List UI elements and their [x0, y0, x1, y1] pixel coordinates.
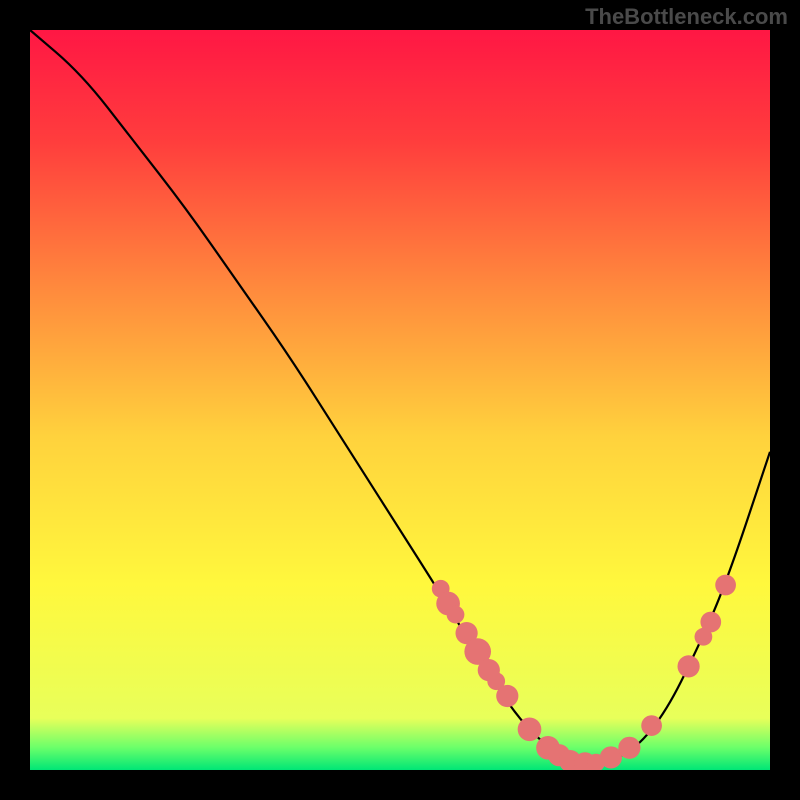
chart-container — [30, 30, 770, 770]
data-marker — [641, 715, 662, 736]
chart-background — [30, 30, 770, 770]
data-marker — [447, 606, 465, 624]
data-marker — [700, 612, 721, 633]
data-marker — [618, 737, 640, 759]
data-marker — [496, 685, 518, 707]
watermark-text: TheBottleneck.com — [585, 4, 788, 30]
bottleneck-chart — [30, 30, 770, 770]
data-marker — [518, 717, 542, 741]
data-marker — [678, 655, 700, 677]
data-marker — [715, 575, 736, 596]
